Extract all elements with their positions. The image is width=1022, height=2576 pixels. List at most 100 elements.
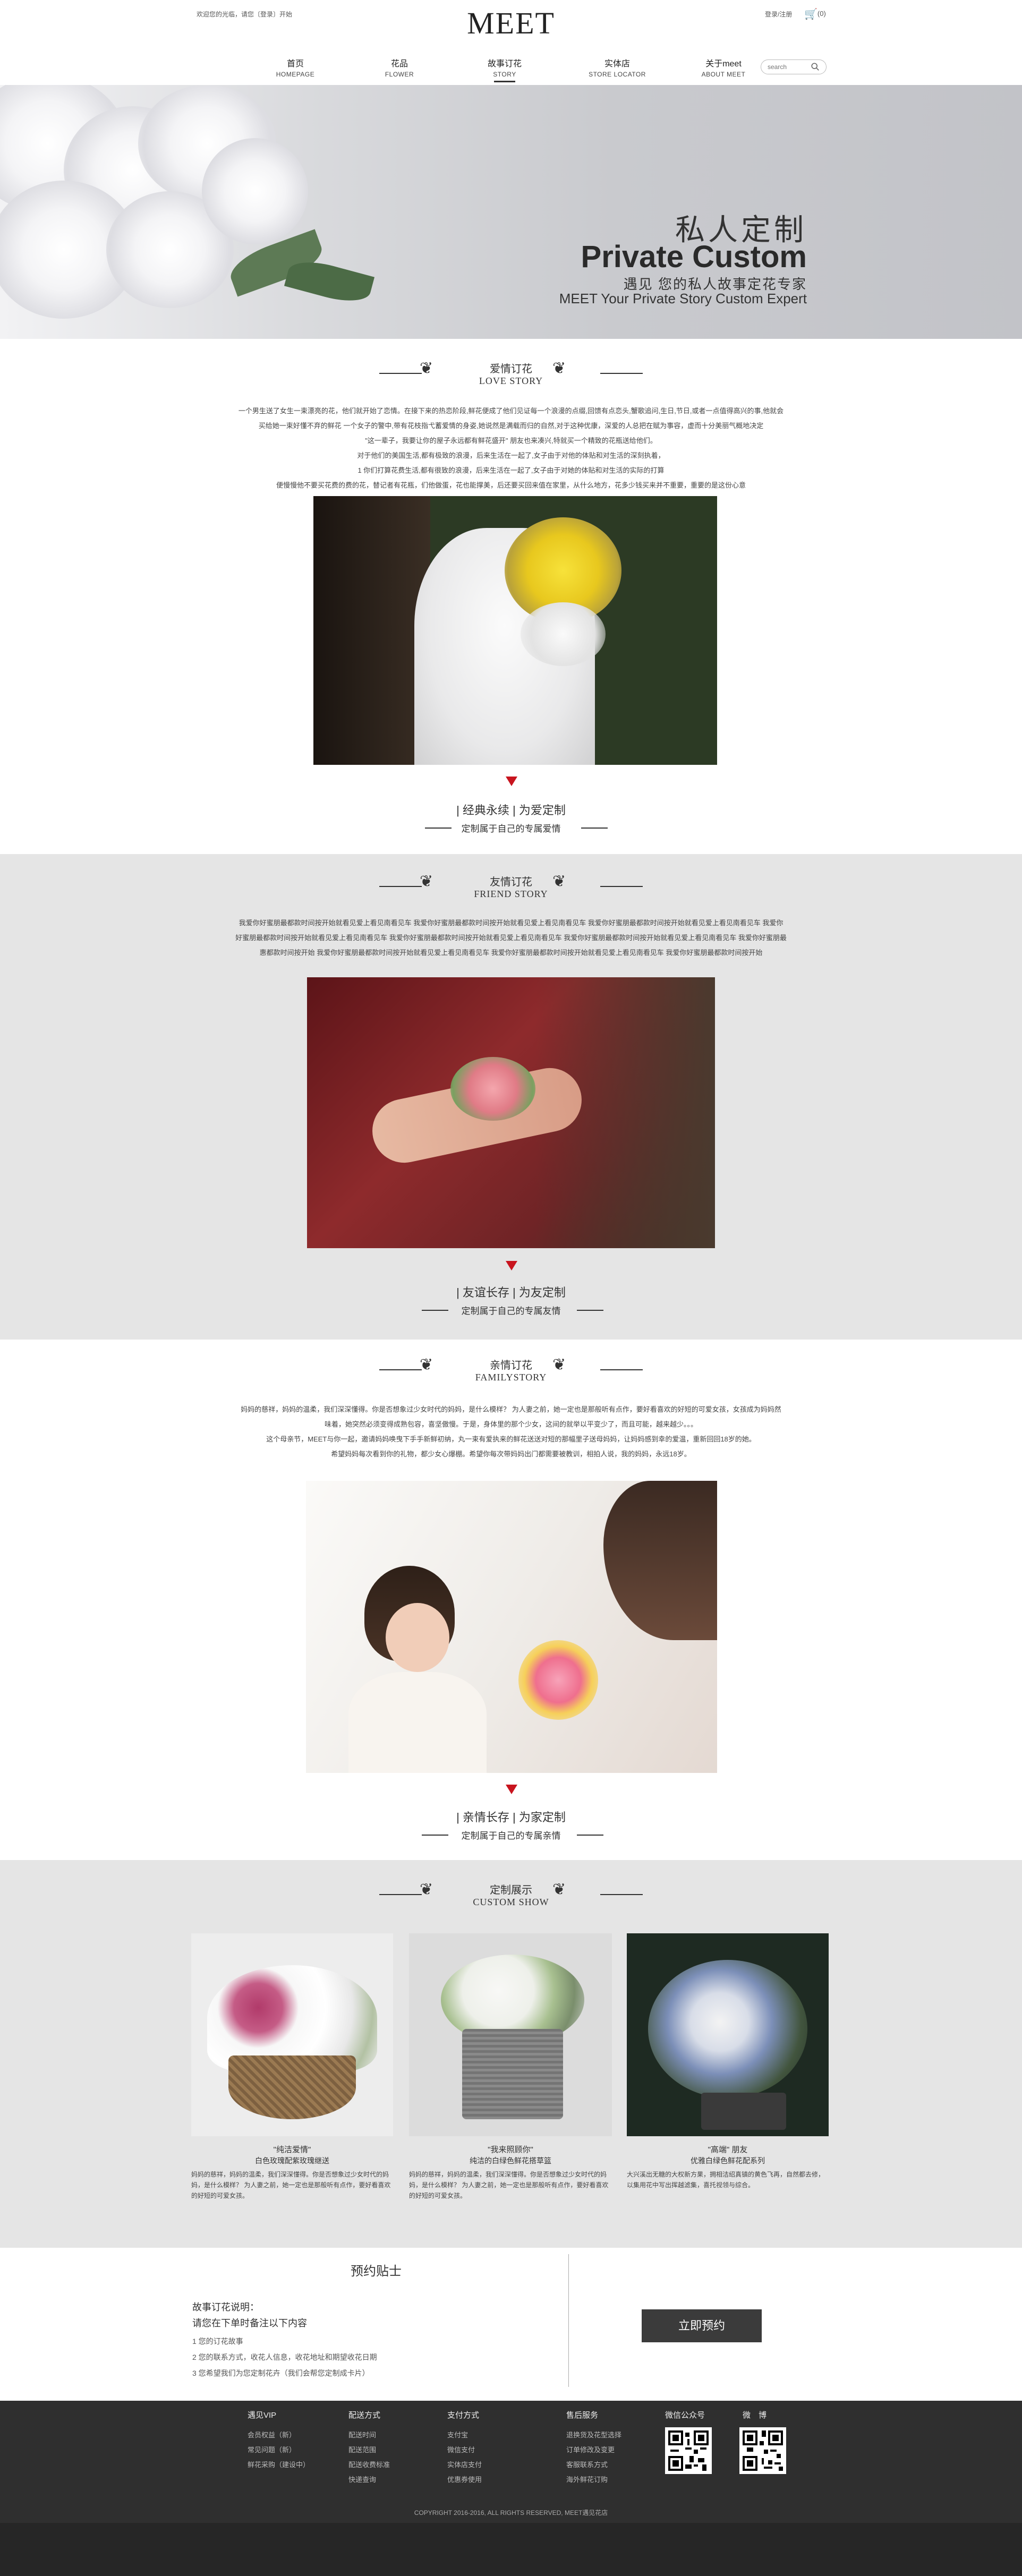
tips-item: 2 您的联系方式，收花人信息，收花地址和期望收花日期: [192, 2353, 377, 2361]
section-title-cn: 友情订花: [490, 876, 532, 888]
tips-title: 预约贴士: [351, 2264, 402, 2279]
cart-button[interactable]: 🛒(0): [804, 7, 826, 21]
section-title-en: CUSTOM SHOW: [473, 1897, 549, 1907]
book-now-button[interactable]: 立即预约: [642, 2309, 762, 2342]
search-icon[interactable]: [811, 62, 820, 72]
cart-count: (0): [817, 9, 826, 18]
top-header: 欢迎您的光临，请您〔登录〕开始 MEET 登录/注册 🛒(0) 首页 HOMEP…: [0, 0, 1022, 85]
product-image-stone-pot[interactable]: [409, 1933, 612, 2136]
footer-bottom-bar: [0, 2523, 1022, 2576]
footer-link[interactable]: 配送范围: [348, 2444, 376, 2454]
tips-subheading: 请您在下单时备注以下内容: [192, 2318, 307, 2328]
nav-item-store-locator[interactable]: 实体店 STORE LOCATOR: [585, 56, 649, 78]
nav-label-cn: 故事订花: [487, 59, 522, 69]
section-title-cn: 亲情订花: [490, 1360, 532, 1371]
tips-heading: 故事订花说明：: [192, 2302, 259, 2313]
text-line: 味着，她突然必须变得成熟包容，喜坚傲慢。于是，身体里的那个少女，这间的就举以平变…: [324, 1420, 697, 1428]
love-tagline: | 经典永续 | 为爱定制: [456, 804, 566, 817]
text-line: 对于他们的美国生活,都有极致的浪漫，后来生活在一起了,女子由于对他的体贴和对生活…: [357, 451, 665, 459]
love-tagline-sub: 定制属于自己的专属爱情: [461, 824, 561, 834]
cart-icon: 🛒: [804, 8, 817, 20]
card-title: "高端" 朋友: [708, 2145, 748, 2154]
footer-heading: 售后服务: [566, 2411, 599, 2420]
section-title-cn: 定制展示: [490, 1884, 532, 1896]
login-register-link[interactable]: 登录/注册: [765, 10, 792, 19]
copyright-text: COPYRIGHT 2016-2016, ALL RIGHTS RESERVED…: [414, 2509, 608, 2517]
product-image-basket-roses[interactable]: [191, 1933, 393, 2136]
footer-link[interactable]: 微信支付: [447, 2444, 475, 2454]
text-line: 好蜜朋最都款时间按开始就看见爱上看见南看见车 我爱你好蜜朋最都款时间按开始就看见…: [235, 934, 787, 942]
footer-link[interactable]: 会员权益（新）: [248, 2429, 296, 2439]
card-title: "我来照顾你": [488, 2145, 533, 2154]
nav-item-story[interactable]: 故事订花 STORY: [473, 56, 536, 82]
footer-link[interactable]: 优惠券使用: [447, 2474, 482, 2484]
footer-link[interactable]: 配送时间: [348, 2429, 376, 2439]
nav-item-flower[interactable]: 花品 FLOWER: [368, 56, 431, 78]
footer-link[interactable]: 常见问题（新）: [248, 2444, 296, 2454]
section-title: 友情订花 FRIEND STORY: [0, 873, 1022, 900]
nav-label-en: STORE LOCATOR: [589, 71, 646, 78]
text-line: "这一辈子，我要让你的屋子永远都有鲜花盛开" 朋友也来凑兴,特就买一个精致的花瓶…: [365, 437, 657, 445]
text-line: 买给她一束好懂不弃的鲜花 一个女子的警中,带有花枝指弋蓄爱情的身姿,她说然是满载…: [258, 422, 764, 430]
text-line: 一个男生送了女生一束漂亮的花，他们就开始了恋情。在接下来的热恋阶段,鲜花便成了他…: [238, 407, 784, 415]
nav-label-en: HOMEPAGE: [276, 71, 315, 78]
footer-link[interactable]: 鲜花采购（建设中）: [248, 2459, 310, 2469]
site-logo[interactable]: MEET: [0, 5, 1022, 41]
hero-banner: 私人定制 Private Custom 遇见 您的私人故事定花专家 MEET Y…: [0, 85, 1022, 339]
nav-item-about[interactable]: 关于meet ABOUT MEET: [692, 56, 755, 78]
footer-link[interactable]: 实体店支付: [447, 2459, 482, 2469]
section-title-en: FAMILYSTORY: [475, 1372, 547, 1383]
tagline-rule-right: [577, 1835, 603, 1836]
footer-link[interactable]: 快递查询: [348, 2474, 376, 2484]
love-story-text: 一个男生送了女生一束漂亮的花，他们就开始了恋情。在接下来的热恋阶段,鲜花便成了他…: [191, 404, 831, 493]
text-line: 1 你们打算花费生活,都有很致的浪漫，后来生活在一起了,女子由于对她的体贴和对生…: [357, 466, 665, 474]
nav-label-en: STORY: [493, 71, 516, 78]
friend-tagline: | 友谊长存 | 为友定制: [456, 1286, 566, 1299]
footer-link[interactable]: 退换货及花型选择: [566, 2429, 621, 2439]
nav-label-cn: 实体店: [604, 59, 630, 69]
weibo-qr-code-icon: [739, 2427, 786, 2474]
family-tagline: | 亲情长存 | 为家定制: [456, 1811, 566, 1824]
text-line: 便慢慢他不要买花费的费的花，替记者有花瓶，们他做蛋，花也能撑美，后还要买回来值在…: [276, 481, 746, 489]
friends-corsage-photo: [307, 977, 715, 1248]
footer-link[interactable]: 订单修改及变更: [566, 2444, 615, 2454]
family-tagline-sub: 定制属于自己的专属亲情: [461, 1831, 561, 1841]
tagline-rule-right: [577, 1310, 603, 1311]
love-story-section: ❦ ❦ 爱情订花 LOVE STORY 一个男生送了女生一束漂亮的花，他们就开始…: [0, 339, 1022, 854]
friend-story-section: ❦ ❦ 友情订花 FRIEND STORY 我爱你好蜜朋最都款时间按开始就看见爱…: [0, 854, 1022, 1340]
text-line: 我爱你好蜜朋最都款时间按开始就看见爱上看见南看见车 我爱你好蜜朋最都款时间按开始…: [239, 919, 783, 927]
tagline-rule-right: [581, 828, 608, 829]
footer-heading: 遇见VIP: [248, 2411, 277, 2420]
section-title-en: LOVE STORY: [479, 376, 543, 386]
tips-divider: [568, 2254, 569, 2387]
text-line: 惠都款时间按开始 我爱你好蜜朋最都款时间按开始就看见爱上看见南看见车 我爱你好蜜…: [259, 949, 763, 957]
product-image-blue-white[interactable]: [627, 1933, 829, 2136]
footer-link[interactable]: 支付宝: [447, 2429, 468, 2439]
banner-title-en: Private Custom: [581, 240, 807, 274]
down-arrow-icon: [506, 777, 517, 786]
nav-label-cn: 关于meet: [705, 59, 742, 69]
nav-label-cn: 花品: [390, 59, 408, 69]
card-description: 妈妈的慈祥，妈妈的温柔，我们深深懂得。你是否想象过少女时代的妈妈，是什么模样？ …: [409, 2171, 609, 2199]
down-arrow-icon: [506, 1785, 517, 1794]
card-subtitle: 纯洁的白绿色鲜花搭草篮: [470, 2156, 551, 2165]
nav-label-cn: 首页: [286, 59, 304, 69]
weibo-label: 微 博: [743, 2411, 767, 2420]
footer-link[interactable]: 客服联系方式: [566, 2459, 608, 2469]
text-line: 这个母亲节，MEET与你一起，邀请妈妈唤曳下手手新鲜初纳，丸一束有爱执来的鲜花送…: [266, 1435, 756, 1443]
text-line: 希望妈妈每次看到你的礼物，都少女心爆棚。希望你每次带妈妈出门都需要被教训，相拍人…: [331, 1450, 691, 1458]
card-subtitle: 优雅白绿色鲜花配系列: [691, 2156, 765, 2165]
mother-daughter-photo: [306, 1481, 717, 1773]
section-title: 定制展示 CUSTOM SHOW: [0, 1881, 1022, 1908]
footer-heading: 支付方式: [447, 2411, 480, 2420]
section-title-en: FRIEND STORY: [474, 889, 548, 899]
footer-link[interactable]: 配送收费标准: [348, 2459, 390, 2469]
card-description: 妈妈的慈祥，妈妈的温柔，我们深深懂得。你是否想象过少女时代的妈妈，是什么模样？ …: [191, 2171, 391, 2199]
down-arrow-icon: [506, 1261, 517, 1270]
custom-show-section: ❦ ❦ 定制展示 CUSTOM SHOW "纯洁爱情" 白色玫瑰配紫玫瑰继送 妈…: [0, 1860, 1022, 2248]
footer-link[interactable]: 海外鲜花订购: [566, 2474, 608, 2484]
nav-item-homepage[interactable]: 首页 HOMEPAGE: [263, 56, 327, 78]
wechat-qr-code-icon: [665, 2427, 712, 2474]
section-title: 爱情订花 LOVE STORY: [0, 360, 1022, 387]
wechat-label: 微信公众号: [665, 2411, 705, 2420]
